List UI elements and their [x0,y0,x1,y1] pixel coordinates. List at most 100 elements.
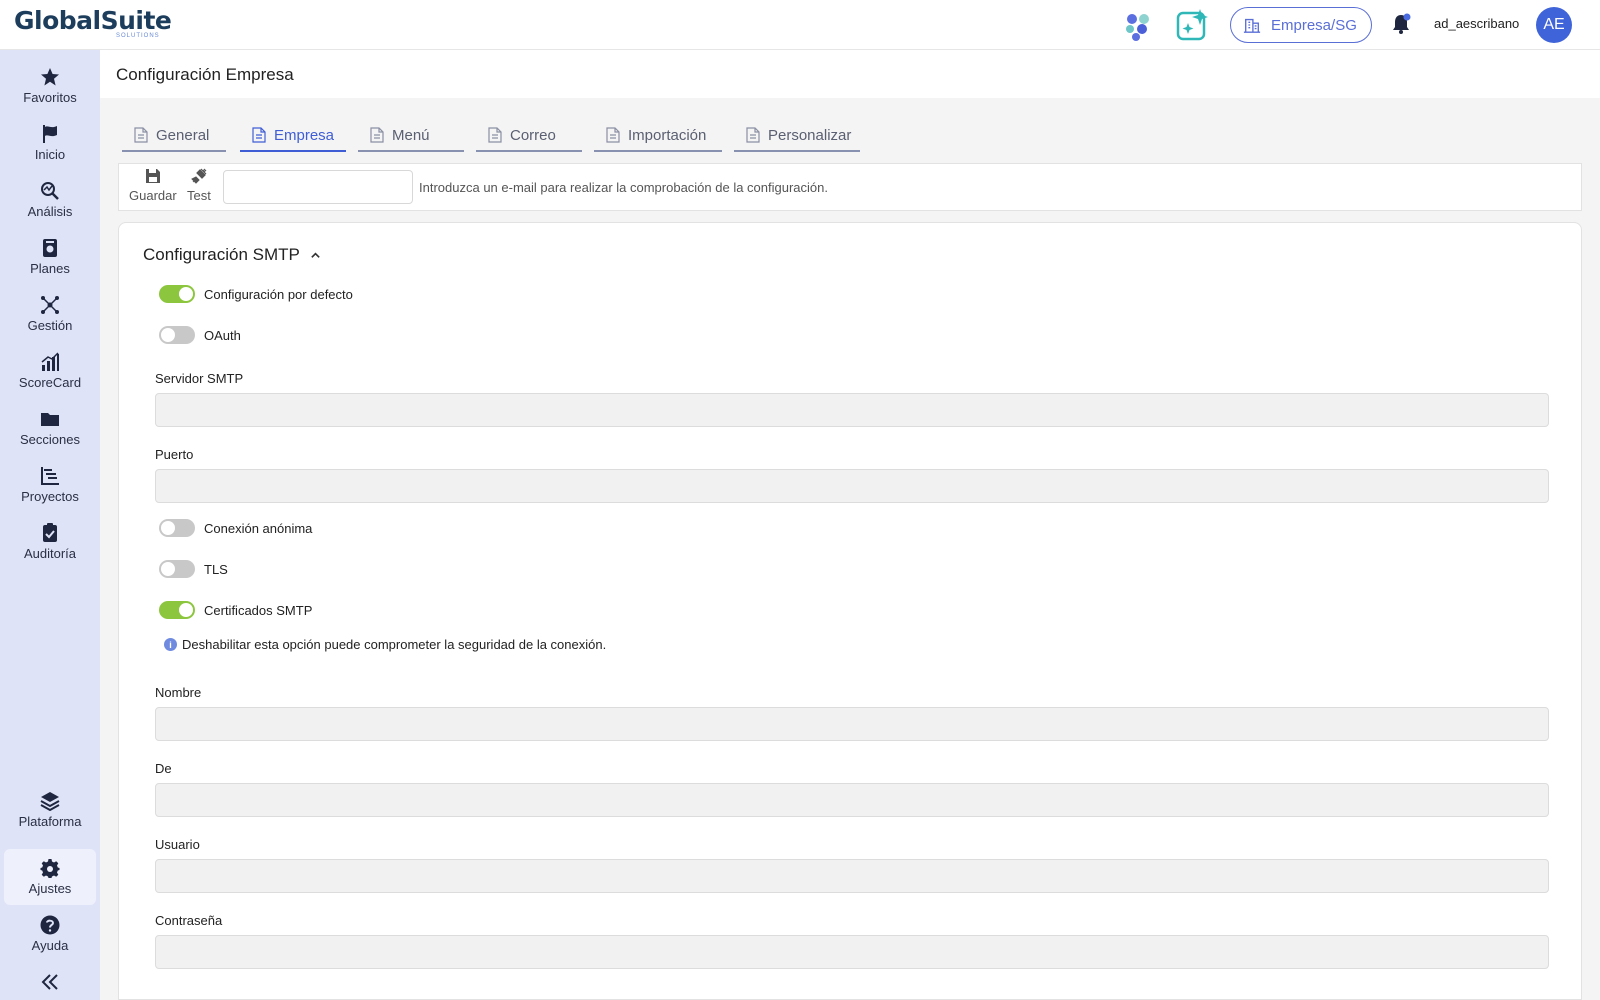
sidebar-item-analisis[interactable]: Análisis [4,172,96,228]
save-button[interactable]: Guardar [129,168,177,203]
smtp-certificates-toggle[interactable] [159,601,195,619]
logo-subtext: SOLUTIONS [116,33,160,39]
sidebar-item-label: Análisis [27,204,73,219]
help-icon [40,915,60,935]
analysis-icon [41,182,59,200]
sidebar-item-ajustes[interactable]: Ajustes [4,849,96,905]
tab-menu[interactable]: Menú [358,120,464,152]
name-label: Nombre [155,685,202,700]
port-input[interactable] [155,469,1549,503]
top-bar: GlobalSuite SOLUTIONS Empresa/SG ad_aesc… [0,0,1600,50]
toolbar: Guardar Test Introduzca un e-mail para r… [118,163,1582,211]
sidebar-item-label: Planes [30,261,70,276]
company-selector-button[interactable]: Empresa/SG [1230,7,1372,43]
tab-importacion[interactable]: Importación [594,120,722,152]
flag-icon [43,125,57,143]
test-button[interactable]: Test [187,168,211,203]
test-hint-text: Introduzca un e-mail para realizar la co… [419,180,828,195]
notifications-bell-icon[interactable] [1390,13,1412,35]
folder-icon [41,413,59,426]
from-input[interactable] [155,783,1549,817]
certificates-toggle-row: Certificados SMTP [159,601,312,619]
name-input[interactable] [155,707,1549,741]
from-label: De [155,761,172,776]
toggle-label: OAuth [204,327,241,343]
user-label: Usuario [155,837,200,852]
apps-icon[interactable] [1120,7,1156,43]
smtp-server-input[interactable] [155,393,1549,427]
default-config-toggle[interactable] [159,285,195,303]
sidebar-item-secciones[interactable]: Secciones [4,400,96,456]
sidebar-item-label: Secciones [20,432,80,447]
username[interactable]: ad_aescribano [1434,16,1519,31]
default-config-toggle-row: Configuración por defecto [159,285,353,303]
sidebar-item-planes[interactable]: Planes [4,229,96,285]
ai-assistant-icon[interactable] [1174,7,1210,43]
logo-text: GlobalSuite [14,6,172,35]
sidebar-item-label: Gestión [27,318,73,333]
sidebar-item-label: Favoritos [23,90,77,105]
sidebar-item-label: Plataforma [18,814,82,829]
sidebar-item-ayuda[interactable]: Ayuda [4,906,96,962]
tab-personalizar[interactable]: Personalizar [734,120,860,152]
info-icon: i [164,638,177,651]
anonymous-connection-toggle[interactable] [159,519,195,537]
layers-icon [40,792,60,811]
tab-general[interactable]: General [122,120,226,152]
test-email-input[interactable] [223,170,413,204]
floppy-disk-icon [145,169,160,183]
section-header[interactable]: Configuración SMTP [143,245,321,265]
star-icon [41,68,59,86]
document-icon [488,127,502,143]
plans-icon [43,239,57,257]
app-logo[interactable]: GlobalSuite SOLUTIONS [14,6,174,42]
tab-label: Importación [628,126,707,144]
password-input[interactable] [155,935,1549,969]
tls-toggle[interactable] [159,560,195,578]
save-label: Guardar [129,188,177,203]
clipboard-check-icon [43,523,57,542]
document-icon [370,127,384,143]
tab-label: General [156,126,210,144]
plug-icon [191,168,207,184]
smtp-config-card: Configuración SMTP Configuración por def… [118,222,1582,1000]
tls-toggle-row: TLS [159,560,228,578]
smtp-server-label: Servidor SMTP [155,371,244,386]
sidebar-item-favoritos[interactable]: Favoritos [4,58,96,114]
tab-correo[interactable]: Correo [476,120,582,152]
section-title: Configuración SMTP [143,245,300,264]
building-icon [1243,18,1261,33]
sidebar-item-scorecard[interactable]: ScoreCard [4,343,96,399]
tab-label: Menú [392,126,430,144]
chevron-up-icon[interactable] [310,250,321,261]
sidebar-item-label: Ayuda [31,938,69,953]
port-label: Puerto [155,447,194,462]
toggle-label: Conexión anónima [204,520,313,536]
gear-icon [40,859,60,878]
collapse-sidebar-icon[interactable] [38,970,62,994]
sidebar-item-label: Ajustes [28,881,72,896]
document-icon [746,127,760,143]
toggle-label: Configuración por defecto [204,286,353,302]
oauth-toggle[interactable] [159,326,195,344]
security-info: i Deshabilitar esta opción puede comprom… [164,637,606,652]
sidebar: Favoritos Inicio Análisis Planes Gestión… [0,50,100,1000]
page-header: Configuración Empresa [100,50,1600,98]
tab-label: Personalizar [768,126,852,144]
sidebar-item-inicio[interactable]: Inicio [4,115,96,171]
sidebar-item-label: Auditoría [23,546,77,561]
sidebar-item-auditoria[interactable]: Auditoría [4,514,96,570]
toggle-label: Certificados SMTP [204,602,313,618]
anonymous-toggle-row: Conexión anónima [159,519,312,537]
document-icon [252,127,266,143]
user-input[interactable] [155,859,1549,893]
document-icon [134,127,148,143]
sidebar-item-label: ScoreCard [18,375,82,390]
user-avatar[interactable]: AE [1536,7,1572,43]
info-text: Deshabilitar esta opción puede compromet… [182,637,607,652]
sidebar-item-proyectos[interactable]: Proyectos [4,457,96,513]
sidebar-item-gestion[interactable]: Gestión [4,286,96,342]
sidebar-item-plataforma[interactable]: Plataforma [4,782,96,838]
tab-label: Empresa [274,126,335,144]
tab-empresa[interactable]: Empresa [240,120,346,152]
